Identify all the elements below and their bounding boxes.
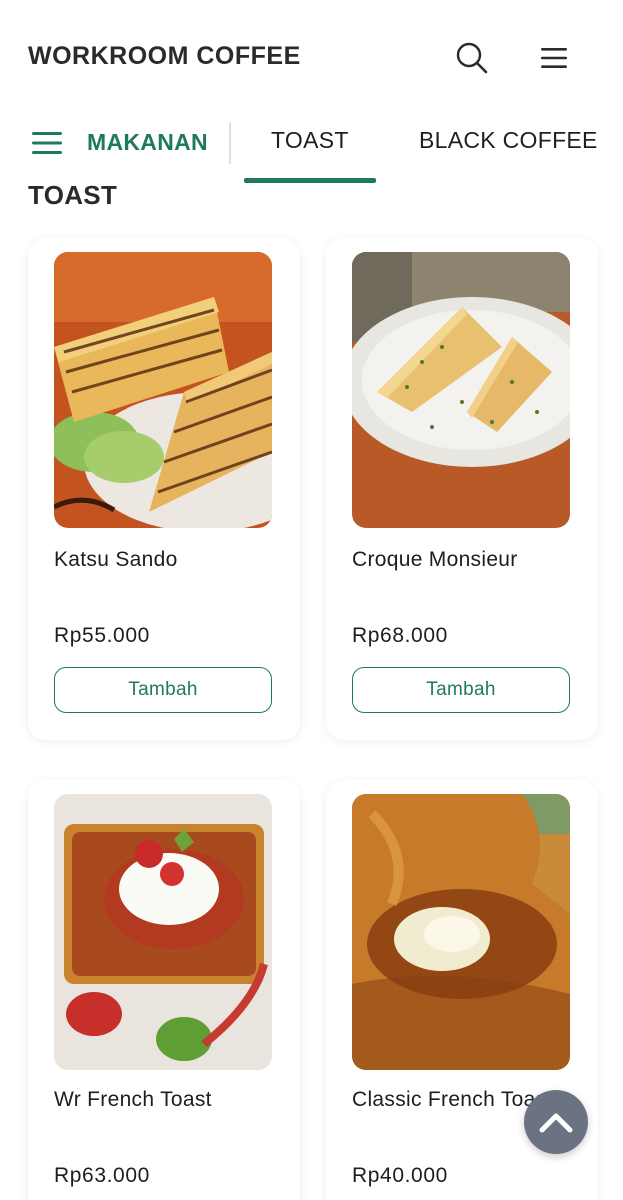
product-name: Croque Monsieur: [352, 548, 518, 571]
product-price: Rp68.000: [352, 624, 448, 647]
wr-french-toast-photo[interactable]: [54, 794, 272, 1070]
app-header: WORKROOM COFFEE: [0, 0, 623, 110]
croque-monsieur-photo[interactable]: [352, 252, 570, 528]
brand-title[interactable]: WORKROOM COFFEE: [28, 42, 301, 71]
current-category-label[interactable]: MAKANAN: [87, 129, 208, 156]
menu-page: WORKROOM COFFEE MAKANAN TOAST BLACK COFF…: [0, 0, 623, 1200]
search-button[interactable]: [452, 38, 492, 78]
product-card[interactable]: Katsu Sando Rp55.000 Tambah: [28, 238, 300, 740]
add-button[interactable]: Tambah: [352, 667, 570, 713]
product-price: Rp55.000: [54, 624, 150, 647]
classic-french-toast-photo[interactable]: [352, 794, 570, 1070]
tab-black-coffee[interactable]: BLACK COFFEE: [419, 127, 598, 154]
product-card[interactable]: Croque Monsieur Rp68.000 Tambah: [326, 238, 598, 740]
category-bar: MAKANAN TOAST BLACK COFFEE: [0, 112, 623, 186]
active-tab-indicator: [244, 178, 376, 183]
product-name: Wr French Toast: [54, 1088, 212, 1111]
hamburger-menu-icon: [541, 48, 567, 68]
tab-toast[interactable]: TOAST: [271, 127, 349, 154]
header-menu-button[interactable]: [536, 40, 572, 76]
hamburger-menu-icon: [32, 132, 62, 154]
katsu-sando-photo[interactable]: [54, 252, 272, 528]
category-divider: [229, 122, 231, 164]
product-price: Rp40.000: [352, 1164, 448, 1187]
section-title: TOAST: [28, 180, 118, 210]
category-menu-button[interactable]: [30, 128, 66, 158]
chevron-up-icon: [539, 1113, 573, 1133]
product-price: Rp63.000: [54, 1164, 150, 1187]
add-button[interactable]: Tambah: [54, 667, 272, 713]
product-card[interactable]: Wr French Toast Rp63.000: [28, 780, 300, 1200]
search-icon: [456, 42, 488, 74]
product-name: Katsu Sando: [54, 548, 178, 571]
scroll-to-top-button[interactable]: [524, 1090, 588, 1154]
